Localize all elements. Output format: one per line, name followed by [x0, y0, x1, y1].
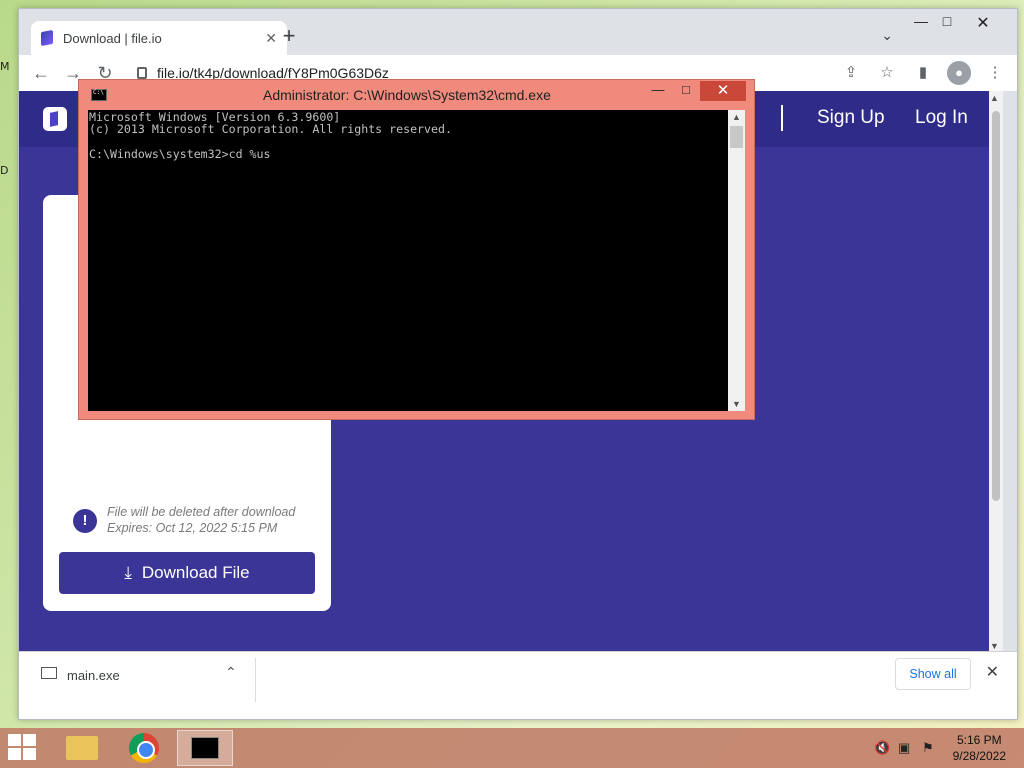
shelf-divider: [255, 658, 256, 702]
download-icon: ⤓: [124, 563, 132, 582]
cmd-app-icon[interactable]: [91, 89, 107, 101]
tab-strip: Download | file.io ✕ + ⌄ — □ ✕: [19, 9, 1017, 55]
show-all-button[interactable]: Show all: [895, 658, 971, 690]
menu-kebab-icon[interactable]: ⋮: [983, 61, 1007, 85]
cmd-console[interactable]: Microsoft Windows [Version 6.3.9600] (c)…: [88, 110, 728, 411]
deletion-notice: File will be deleted after download: [107, 505, 296, 519]
scroll-up-icon[interactable]: ▲: [990, 93, 999, 103]
cmd-title: Administrator: C:\Windows\System32\cmd.e…: [263, 87, 551, 103]
chevron-up-icon[interactable]: ⌃: [225, 664, 237, 681]
expiry-notice: Expires: Oct 12, 2022 5:15 PM: [107, 521, 278, 535]
download-button-label: Download File: [141, 563, 250, 582]
tab-search-icon[interactable]: ⌄: [881, 27, 893, 44]
scroll-down-icon[interactable]: ▼: [990, 641, 999, 651]
download-file-button[interactable]: ⤓ Download File: [59, 552, 315, 594]
system-clock[interactable]: 5:16 PM 9/28/2022: [953, 732, 1006, 764]
action-center-flag-icon[interactable]: ⚑: [922, 740, 934, 756]
clock-date: 9/28/2022: [952, 749, 1006, 763]
console-line: C:\Windows\system32>cd %us: [89, 146, 271, 161]
volume-muted-icon[interactable]: 🔇: [874, 740, 890, 756]
cmd-titlebar[interactable]: Administrator: C:\Windows\System32\cmd.e…: [79, 80, 754, 110]
desktop-icon-peek[interactable]: D: [0, 164, 10, 178]
cmd-scroll-down-icon[interactable]: ▼: [732, 399, 741, 409]
cmd-scroll-thumb[interactable]: [730, 126, 743, 148]
cmd-taskbar-button[interactable]: [177, 730, 233, 766]
maximize-button[interactable]: □: [933, 13, 961, 33]
cmd-scroll-up-icon[interactable]: ▲: [732, 112, 741, 122]
chrome-taskbar-button[interactable]: [116, 730, 172, 766]
info-icon: !: [73, 509, 97, 533]
bookmark-star-icon[interactable]: ☆: [875, 61, 899, 85]
tab-download[interactable]: Download | file.io ✕: [31, 21, 287, 55]
tab-title: Download | file.io: [63, 30, 162, 46]
close-shelf-icon[interactable]: ✕: [986, 662, 999, 682]
cmd-icon: [191, 737, 219, 759]
exe-file-icon: [41, 667, 57, 679]
log-in-link[interactable]: Log In: [915, 107, 968, 129]
cmd-minimize-button[interactable]: —: [644, 82, 672, 100]
minimize-button[interactable]: —: [907, 13, 935, 33]
tab-close-icon[interactable]: ✕: [265, 30, 277, 47]
share-icon[interactable]: ⇪: [839, 61, 863, 85]
fileio-logo[interactable]: [43, 107, 67, 131]
page-scrollbar[interactable]: ▲ ▼: [989, 91, 1003, 653]
side-panel-icon[interactable]: ▮: [911, 61, 935, 85]
network-icon[interactable]: ▣: [898, 740, 910, 756]
back-button[interactable]: ←: [25, 59, 57, 87]
chrome-icon: [129, 733, 159, 763]
new-tab-button[interactable]: +: [277, 25, 301, 49]
profile-avatar[interactable]: ●: [947, 61, 971, 85]
clock-time: 5:16 PM: [956, 733, 1002, 747]
scroll-thumb[interactable]: [992, 111, 1000, 501]
header-divider: [781, 105, 783, 131]
taskbar: 🔇 ▣ ⚑ 5:16 PM 9/28/2022: [0, 728, 1024, 768]
cmd-scrollbar[interactable]: ▲ ▼: [728, 110, 745, 411]
cmd-close-button[interactable]: ✕: [700, 81, 746, 101]
lock-icon: [137, 67, 147, 79]
cmd-window[interactable]: Administrator: C:\Windows\System32\cmd.e…: [78, 79, 755, 420]
downloaded-file-name[interactable]: main.exe: [67, 668, 120, 683]
download-shelf: main.exe ⌃ Show all ✕: [19, 651, 1017, 719]
console-line: ​: [89, 135, 727, 147]
desktop-icon-peek[interactable]: M: [0, 60, 10, 74]
sign-up-link[interactable]: Sign Up: [817, 107, 885, 129]
favicon-icon: [41, 29, 53, 47]
console-line: (c) 2013 Microsoft Corporation. All righ…: [89, 122, 452, 137]
close-window-button[interactable]: ✕: [969, 13, 997, 33]
cmd-maximize-button[interactable]: □: [672, 82, 700, 100]
file-explorer-taskbar-button[interactable]: [54, 730, 110, 766]
folder-icon: [66, 736, 98, 760]
start-button[interactable]: [8, 734, 38, 762]
